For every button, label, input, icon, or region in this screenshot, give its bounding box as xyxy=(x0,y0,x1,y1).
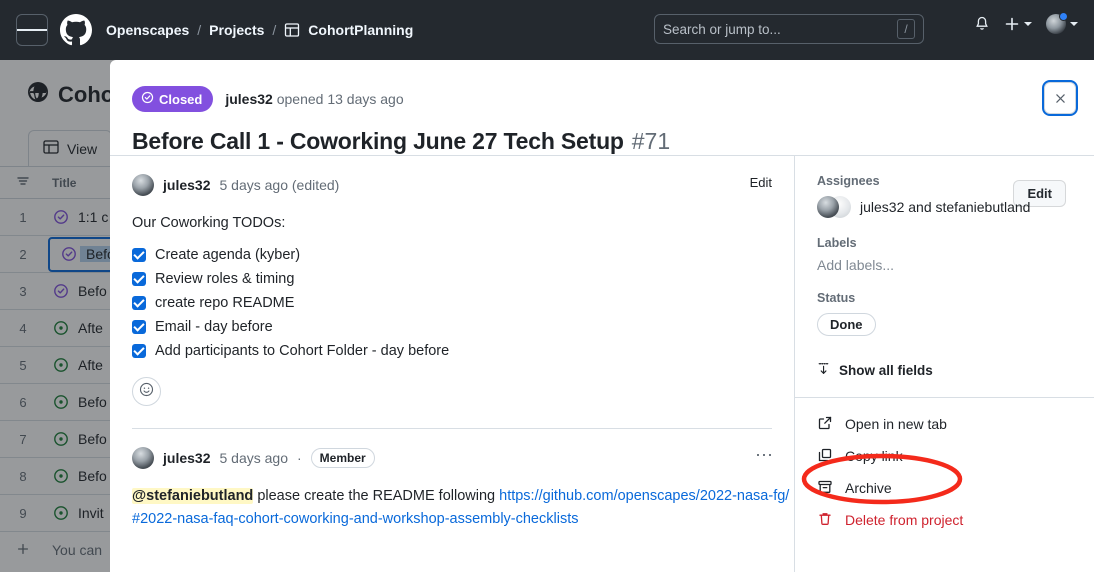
comment-body-intro: Our Coworking TODOs: xyxy=(132,215,286,231)
avatar-group xyxy=(817,196,851,218)
sidebar-label-labels: Labels xyxy=(817,236,857,250)
global-navbar: Openscapes / Projects / CohortPlanning S… xyxy=(0,0,1094,60)
sidebar-label-assignees: Assignees xyxy=(817,174,880,188)
add-labels-button[interactable]: Add labels... xyxy=(817,257,1094,273)
external-link-icon xyxy=(817,415,833,434)
comments-column: jules32 5 days ago (edited) Edit Our Cow… xyxy=(110,156,794,572)
close-icon[interactable] xyxy=(1044,82,1076,114)
search-placeholder: Search or jump to... xyxy=(663,21,781,37)
menu-item-label: Copy link xyxy=(845,448,903,464)
comment-timestamp: 5 days ago xyxy=(219,450,288,467)
todo-label: Create agenda (kyber) xyxy=(155,247,301,264)
todo-label: Review roles & timing xyxy=(155,271,295,288)
issue-closed-icon xyxy=(141,91,154,107)
show-all-fields-button[interactable]: Show all fields xyxy=(817,362,1094,379)
external-link[interactable]: https://github.com/openscapes/2022- xyxy=(499,488,737,504)
issue-sidebar: Assignees jules32 and stefaniebutland La… xyxy=(794,156,1094,572)
avatar[interactable] xyxy=(132,174,154,196)
todo-label: Email - day before xyxy=(155,319,273,336)
checkbox-checked-icon[interactable] xyxy=(132,344,146,359)
project-table-icon xyxy=(284,22,300,38)
copy-icon xyxy=(817,447,833,466)
assignees-names: jules32 and stefaniebutland xyxy=(860,199,1031,215)
issue-number: #71 xyxy=(631,128,671,154)
comment-second: jules32 5 days ago · Member ⋯ @stefanieb… xyxy=(132,429,794,530)
add-reaction-button[interactable] xyxy=(132,377,161,407)
comment-body-text: @stefaniebutland please create the READM… xyxy=(132,485,794,530)
comment-edit-button[interactable]: Edit xyxy=(750,175,772,190)
plus-icon[interactable] xyxy=(1004,16,1032,32)
breadcrumb-item-cohortplanning[interactable]: CohortPlanning xyxy=(284,22,413,38)
menu-item-copy-link[interactable]: Copy link xyxy=(817,440,1094,472)
breadcrumb-separator: / xyxy=(272,22,277,38)
todo-item[interactable]: Add participants to Cohort Folder - day … xyxy=(132,343,794,359)
opened-by-user[interactable]: jules32 xyxy=(225,91,272,107)
breadcrumb: Openscapes / Projects / CohortPlanning xyxy=(106,22,413,38)
sidebar-section-labels: Labels Add labels... xyxy=(817,218,1094,273)
checkbox-checked-icon[interactable] xyxy=(132,248,146,263)
modal-body: jules32 5 days ago (edited) Edit Our Cow… xyxy=(110,155,1094,572)
hamburger-menu-icon[interactable] xyxy=(16,14,48,46)
avatar[interactable] xyxy=(132,447,154,470)
menu-item-delete-from-project[interactable]: Delete from project xyxy=(817,504,1094,536)
smiley-icon xyxy=(139,382,154,402)
todo-label: Add participants to Cohort Folder - day … xyxy=(155,343,450,360)
checkbox-checked-icon[interactable] xyxy=(132,272,146,287)
comment-author[interactable]: jules32 xyxy=(163,177,210,193)
role-badge: Member xyxy=(310,448,375,469)
status-pill[interactable]: Done xyxy=(817,313,876,336)
show-all-fields-label: Show all fields xyxy=(839,363,933,378)
search-shortcut-badge: / xyxy=(897,19,915,39)
todo-label: create repo README xyxy=(155,295,295,312)
avatar[interactable] xyxy=(1046,12,1078,34)
comment-separator: · xyxy=(296,450,302,467)
todo-item[interactable]: Review roles & timing xyxy=(132,271,794,287)
sidebar-section-assignees: Assignees jules32 and stefaniebutland xyxy=(817,156,1094,218)
trash-icon xyxy=(817,511,833,530)
archive-icon xyxy=(817,479,833,498)
fold-down-icon xyxy=(817,362,831,379)
comment-timestamp: 5 days ago (edited) xyxy=(219,177,340,193)
user-mention[interactable]: @stefaniebutland xyxy=(132,488,254,505)
sidebar-section-status: Status Done xyxy=(817,273,1094,336)
todo-checklist: Create agenda (kyber) Review roles & timi… xyxy=(132,247,794,359)
modal-header: Closed jules32 opened 13 days ago Before… xyxy=(110,60,1094,207)
menu-item-label: Archive xyxy=(845,480,892,496)
bell-icon[interactable] xyxy=(974,16,990,32)
status-badge: Closed xyxy=(132,86,214,112)
issue-detail-modal: Closed jules32 opened 13 days ago Before… xyxy=(110,60,1094,572)
menu-item-label: Open in new tab xyxy=(845,416,947,432)
checkbox-checked-icon[interactable] xyxy=(132,320,146,335)
sidebar-label-status: Status xyxy=(817,291,856,305)
opened-by-text: opened 13 days ago xyxy=(276,91,404,107)
context-menu: Open in new tab Copy link Archive Delete fr… xyxy=(817,398,1094,536)
github-logo-icon[interactable] xyxy=(60,14,92,46)
search-input[interactable]: Search or jump to... / xyxy=(654,14,924,44)
checkbox-checked-icon[interactable] xyxy=(132,296,146,311)
comment-first: jules32 5 days ago (edited) Edit Our Cow… xyxy=(132,156,794,407)
breadcrumb-item-projects[interactable]: Projects xyxy=(209,22,264,38)
notification-dot xyxy=(1059,12,1068,21)
todo-item[interactable]: create repo README xyxy=(132,295,794,311)
assignees-value[interactable]: jules32 and stefaniebutland xyxy=(817,196,1094,218)
comment-author[interactable]: jules32 xyxy=(163,450,210,466)
menu-item-open-in-new-tab[interactable]: Open in new tab xyxy=(817,408,1094,440)
opened-by: jules32 opened 13 days ago xyxy=(225,91,403,107)
page-title: Before Call 1 - Coworking June 27 Tech S… xyxy=(132,128,624,154)
status-badge-label: Closed xyxy=(159,91,203,107)
menu-item-archive[interactable]: Archive xyxy=(817,472,1094,504)
breadcrumb-item-openscapes[interactable]: Openscapes xyxy=(106,22,189,38)
kebab-icon[interactable]: ⋯ xyxy=(755,445,774,466)
todo-item[interactable]: Email - day before xyxy=(132,319,794,335)
menu-item-label: Delete from project xyxy=(845,512,964,528)
breadcrumb-separator: / xyxy=(197,22,202,38)
todo-item[interactable]: Create agenda (kyber) xyxy=(132,247,794,263)
comment-text-before-link: please create the README following xyxy=(253,488,500,505)
navbar-right-actions xyxy=(974,12,1078,34)
breadcrumb-label-cohortplanning: CohortPlanning xyxy=(308,22,414,38)
